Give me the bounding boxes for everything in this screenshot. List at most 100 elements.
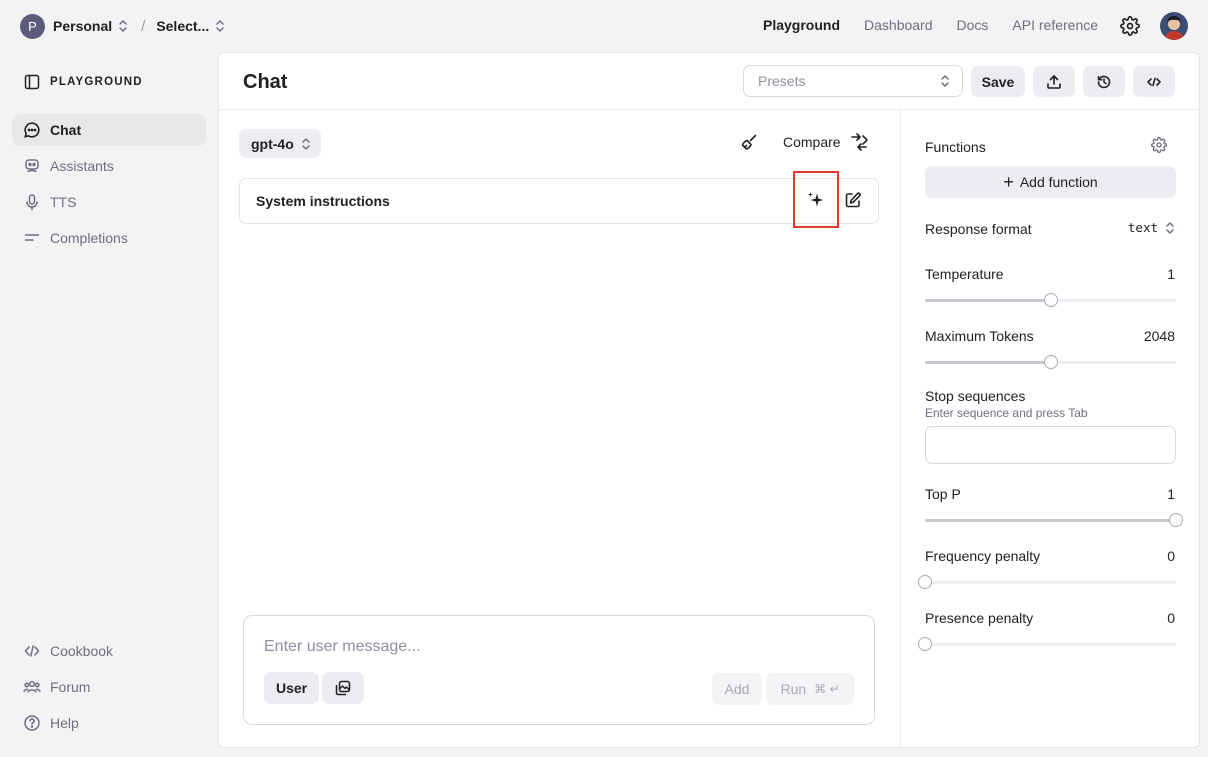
slider-thumb[interactable] bbox=[1043, 293, 1058, 307]
presets-select[interactable]: Presets bbox=[743, 65, 963, 97]
response-format-select[interactable]: text bbox=[1128, 220, 1175, 235]
slider-thumb[interactable] bbox=[918, 575, 932, 589]
sidebar-item-help[interactable]: Help bbox=[12, 707, 206, 739]
breadcrumb-separator: / bbox=[141, 17, 146, 35]
slider-thumb[interactable] bbox=[1169, 513, 1183, 527]
upload-icon bbox=[1046, 74, 1062, 90]
nav-api-reference[interactable]: API reference bbox=[1012, 17, 1098, 33]
edit-icon[interactable] bbox=[844, 191, 862, 209]
sidebar-item-label: TTS bbox=[50, 194, 77, 210]
sidebar-item-label: Assistants bbox=[50, 158, 114, 174]
add-message-button[interactable]: Add bbox=[712, 673, 762, 705]
chat-bubble-icon bbox=[23, 121, 41, 139]
sidebar-toggle-icon[interactable] bbox=[24, 74, 40, 90]
message-composer: Enter user message... User Add Run ⌘ ↵ bbox=[243, 615, 875, 725]
slider-thumb[interactable] bbox=[918, 637, 932, 651]
slider-track bbox=[925, 581, 1176, 584]
stop-sequences-input[interactable] bbox=[925, 426, 1176, 464]
frequency-penalty-slider[interactable] bbox=[918, 575, 1176, 589]
sidebar-heading-label: PLAYGROUND bbox=[50, 76, 143, 88]
sidebar-item-cookbook[interactable]: Cookbook bbox=[12, 635, 206, 667]
functions-gear-icon[interactable] bbox=[1151, 137, 1167, 153]
chevron-up-down-icon[interactable] bbox=[118, 19, 128, 33]
sidebar-item-completions[interactable]: Completions bbox=[12, 222, 206, 254]
org-avatar[interactable]: P bbox=[20, 13, 45, 39]
model-name: gpt-4o bbox=[251, 135, 294, 152]
question-icon bbox=[23, 714, 41, 732]
stop-sequences-label: Stop sequences bbox=[925, 388, 1026, 404]
clear-broom-icon[interactable] bbox=[740, 133, 758, 151]
share-button[interactable] bbox=[1033, 66, 1075, 97]
sidebar-item-label: Forum bbox=[50, 679, 91, 695]
add-function-button[interactable]: + Add function bbox=[925, 166, 1176, 198]
chevron-up-down-icon bbox=[1165, 221, 1175, 235]
code-icon bbox=[1146, 74, 1162, 90]
robot-icon bbox=[23, 157, 41, 175]
model-select[interactable]: gpt-4o bbox=[239, 129, 321, 158]
chat-area: gpt-4o Compare System instructions Enter… bbox=[219, 110, 900, 747]
max-tokens-value[interactable]: 2048 bbox=[1144, 328, 1175, 344]
slider-fill bbox=[925, 361, 1051, 364]
stop-sequences-hint: Enter sequence and press Tab bbox=[925, 406, 1088, 420]
compare-arrows-icon bbox=[841, 133, 869, 151]
sidebar-item-tts[interactable]: TTS bbox=[12, 186, 206, 218]
chevron-up-down-icon[interactable] bbox=[215, 19, 225, 33]
max-tokens-slider[interactable] bbox=[925, 355, 1176, 369]
presence-penalty-label: Presence penalty bbox=[925, 610, 1034, 626]
temperature-slider[interactable] bbox=[925, 293, 1176, 307]
system-instructions-label: System instructions bbox=[256, 193, 390, 209]
code-icon bbox=[23, 642, 41, 660]
user-message-input[interactable]: Enter user message... bbox=[264, 638, 421, 656]
system-instructions[interactable]: System instructions bbox=[239, 171, 879, 228]
settings-gear-icon[interactable] bbox=[1120, 16, 1140, 36]
sidebar-item-chat[interactable]: Chat bbox=[12, 114, 206, 146]
org-name[interactable]: Personal bbox=[53, 18, 112, 34]
temperature-label: Temperature bbox=[925, 266, 1004, 282]
page-title: Chat bbox=[243, 71, 288, 93]
run-button[interactable]: Run ⌘ ↵ bbox=[766, 673, 854, 705]
response-format-value: text bbox=[1127, 220, 1158, 235]
presence-penalty-value[interactable]: 0 bbox=[1167, 610, 1175, 626]
compare-button[interactable]: Compare bbox=[783, 133, 869, 151]
temperature-value[interactable]: 1 bbox=[1167, 266, 1175, 282]
top-bar: P Personal / Select... Playground Dashbo… bbox=[0, 0, 1208, 52]
images-icon bbox=[334, 679, 352, 697]
nav-playground[interactable]: Playground bbox=[763, 17, 840, 33]
history-button[interactable] bbox=[1083, 66, 1125, 97]
presence-penalty-slider[interactable] bbox=[918, 637, 1176, 651]
nav-docs[interactable]: Docs bbox=[957, 17, 989, 33]
project-name[interactable]: Select... bbox=[156, 18, 209, 34]
slider-thumb[interactable] bbox=[1043, 355, 1058, 369]
attach-image-button[interactable] bbox=[322, 672, 364, 704]
presets-placeholder: Presets bbox=[758, 73, 806, 89]
plus-icon: + bbox=[1003, 172, 1014, 192]
top-p-slider[interactable] bbox=[925, 513, 1183, 527]
slider-track bbox=[925, 643, 1176, 646]
sidebar-item-label: Completions bbox=[50, 230, 128, 246]
chevron-up-down-icon bbox=[940, 74, 950, 88]
chevron-up-down-icon bbox=[301, 137, 311, 151]
top-nav: Playground Dashboard Docs API reference bbox=[763, 17, 1122, 33]
user-avatar[interactable] bbox=[1160, 12, 1188, 40]
microphone-icon bbox=[23, 193, 41, 211]
settings-panel: Functions + Add function Response format… bbox=[900, 110, 1199, 747]
top-p-value[interactable]: 1 bbox=[1167, 486, 1175, 502]
save-button[interactable]: Save bbox=[971, 66, 1025, 97]
generate-sparkle-button[interactable] bbox=[793, 171, 839, 228]
slider-fill bbox=[925, 299, 1051, 302]
role-toggle-button[interactable]: User bbox=[264, 672, 320, 704]
sparkle-icon bbox=[806, 190, 826, 210]
frequency-penalty-value[interactable]: 0 bbox=[1167, 548, 1175, 564]
people-icon bbox=[23, 678, 41, 696]
max-tokens-label: Maximum Tokens bbox=[925, 328, 1034, 344]
breadcrumb: P Personal / Select... bbox=[20, 13, 225, 39]
main-header: Chat Presets Save bbox=[219, 53, 1199, 110]
sidebar-item-assistants[interactable]: Assistants bbox=[12, 150, 206, 182]
view-code-button[interactable] bbox=[1133, 66, 1175, 97]
slider-fill bbox=[925, 519, 1176, 522]
history-icon bbox=[1096, 74, 1112, 90]
add-function-label: Add function bbox=[1019, 174, 1098, 190]
sidebar-heading: PLAYGROUND bbox=[24, 74, 143, 90]
sidebar-item-forum[interactable]: Forum bbox=[12, 671, 206, 703]
nav-dashboard[interactable]: Dashboard bbox=[864, 17, 933, 33]
